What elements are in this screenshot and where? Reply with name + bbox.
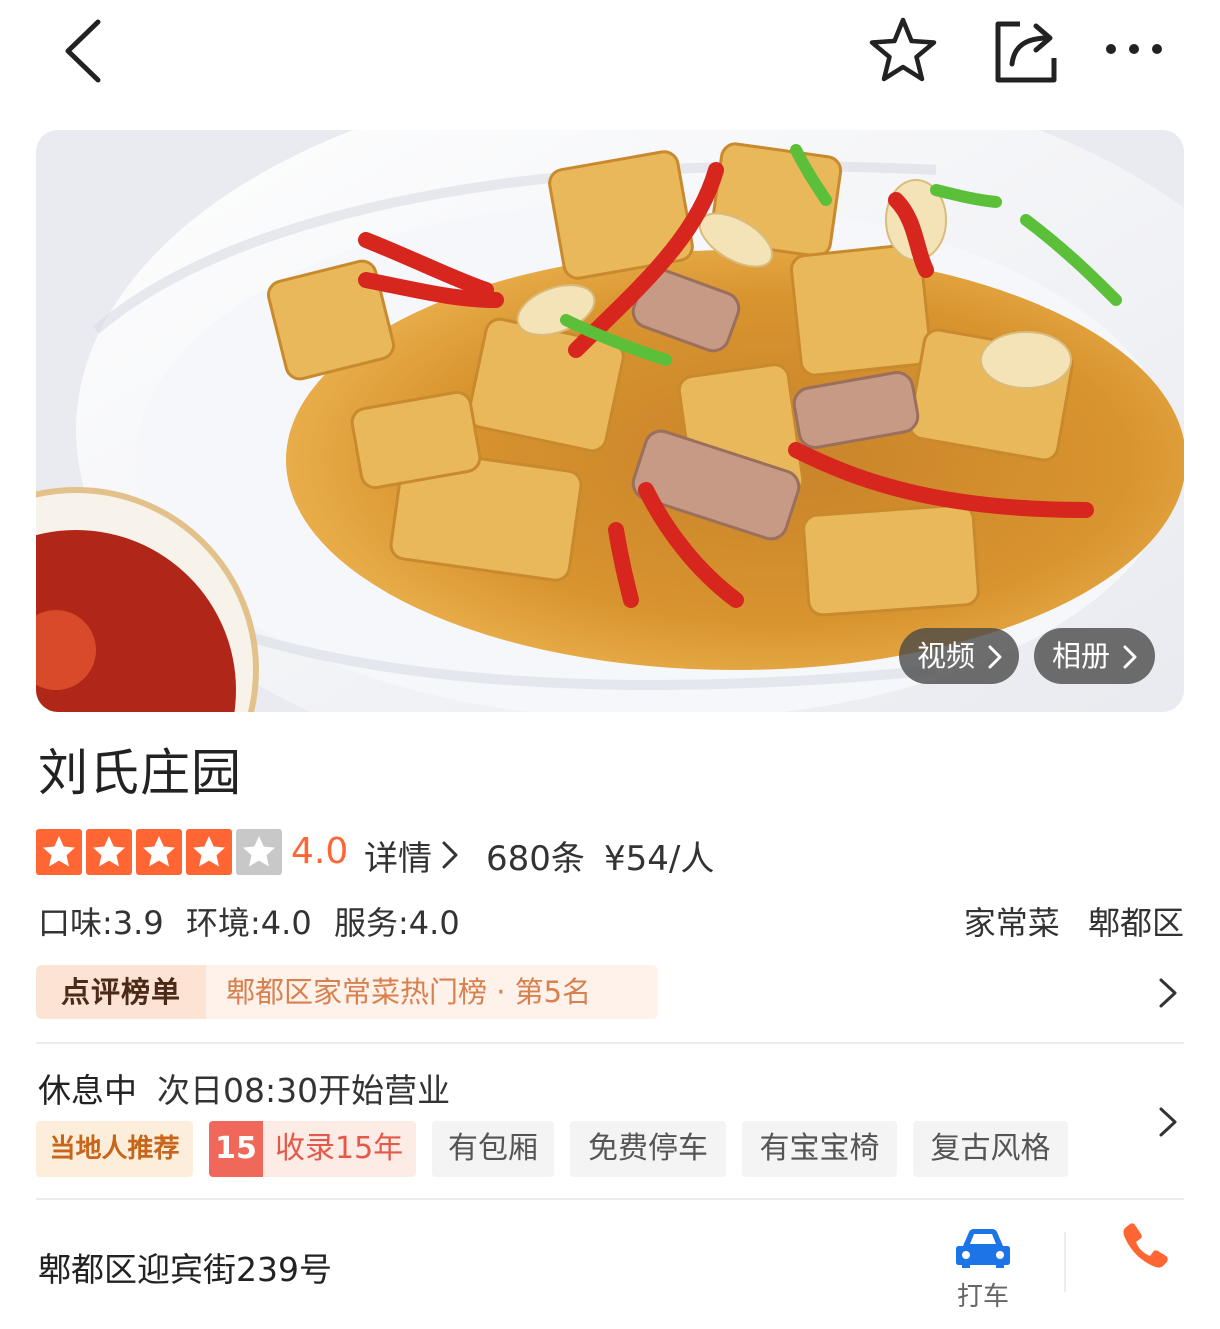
chevron-right-icon (1123, 645, 1137, 669)
ranking-badge: 点评榜单 (36, 965, 206, 1019)
album-label: 相册 (1052, 639, 1111, 673)
tag-private-room: 有包厢 (432, 1121, 554, 1177)
taxi-car-icon[interactable] (955, 1226, 1011, 1270)
years-listed-tag: 15 收录15年 (209, 1121, 416, 1177)
album-button[interactable]: 相册 (1034, 628, 1155, 684)
video-label: 视频 (917, 639, 976, 673)
star-filled-icon (186, 829, 232, 875)
rating-row: 4.0 详情 680条 ¥54/人 (36, 829, 1186, 879)
taxi-label[interactable]: 打车 (957, 1276, 1009, 1313)
tag-baby-chair: 有宝宝椅 (742, 1121, 897, 1177)
rating-score: 4.0 (291, 831, 349, 872)
category-label: 家常菜 (963, 904, 1060, 942)
business-status: 休息中 (38, 1071, 137, 1110)
more-options-icon[interactable] (1102, 36, 1166, 62)
tag-free-parking: 免费停车 (570, 1121, 726, 1177)
years-number: 15 (209, 1121, 263, 1177)
star-filled-icon (136, 829, 182, 875)
rating-detail-link[interactable]: 详情 (364, 831, 432, 880)
next-open-time: 次日08:30开始营业 (157, 1071, 451, 1110)
shop-address[interactable]: 郫都区迎宾街239号 (38, 1243, 332, 1291)
chevron-right-icon[interactable] (442, 841, 458, 869)
service-score: 服务:4.0 (334, 904, 460, 942)
back-icon[interactable] (58, 16, 108, 86)
environment-score: 环境:4.0 (186, 904, 312, 942)
tag-retro-style: 复古风格 (913, 1121, 1068, 1177)
local-recommend-tag: 当地人推荐 (36, 1121, 193, 1177)
years-text: 收录15年 (275, 1131, 404, 1166)
hero-photo[interactable] (36, 130, 1184, 712)
divider (36, 1198, 1184, 1200)
divider (36, 1042, 1184, 1044)
chevron-right-icon (1159, 978, 1177, 1008)
share-icon[interactable] (990, 16, 1062, 86)
favorite-star-icon[interactable] (866, 14, 940, 88)
video-button[interactable]: 视频 (899, 628, 1019, 684)
star-filled-icon (36, 829, 82, 875)
sub-scores-row: 口味:3.9 环境:4.0 服务:4.0 家常菜 郫都区 (38, 898, 1184, 942)
ranking-row[interactable]: 点评榜单 郫都区家常菜热门榜 · 第5名 (36, 965, 1184, 1021)
top-navigation-bar (0, 0, 1220, 110)
star-empty-icon (236, 829, 282, 875)
business-hours[interactable]: 休息中 次日08:30开始营业 (38, 1064, 450, 1112)
district-label: 郫都区 (1087, 904, 1184, 942)
chevron-right-icon[interactable] (1158, 1106, 1178, 1138)
ranking-text: 郫都区家常菜热门榜 · 第5名 (206, 965, 658, 1019)
category-district: 家常菜 郫都区 (964, 898, 1184, 944)
vertical-divider (1064, 1232, 1066, 1292)
phone-icon[interactable] (1120, 1220, 1170, 1270)
average-price: ¥54/人 (604, 839, 715, 879)
review-count[interactable]: 680条 (486, 831, 585, 880)
dish-illustration (36, 130, 1184, 712)
star-filled-icon (86, 829, 132, 875)
taste-score: 口味:3.9 (38, 904, 164, 942)
chevron-right-icon (988, 645, 1002, 669)
shop-name: 刘氏庄园 (38, 744, 242, 802)
